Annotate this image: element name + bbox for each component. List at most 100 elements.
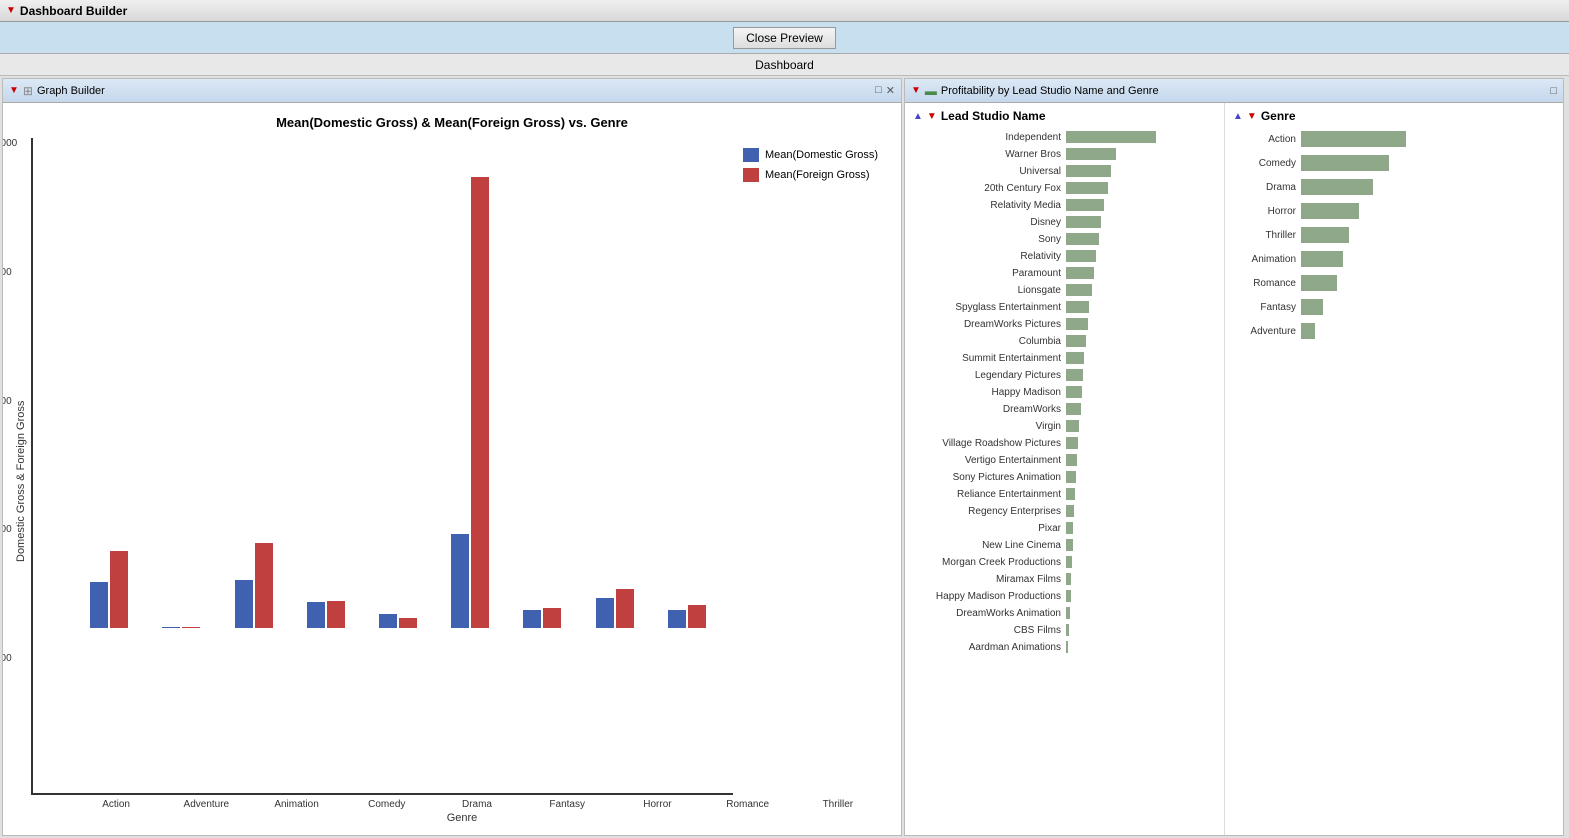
domestic-bar [596, 598, 614, 628]
chart-main: 02004006008001000 Mean(Domestic Gross) Me… [31, 138, 893, 824]
genre-row: Romance [1229, 273, 1559, 293]
genre-bar [1301, 251, 1343, 267]
bar-chart-container: 02004006008001000 [31, 138, 733, 795]
studio-name-label: CBS Films [909, 625, 1064, 636]
x-label: Thriller [793, 799, 883, 810]
foreign-bar [399, 618, 417, 628]
studio-row: Aardman Animations [909, 639, 1220, 655]
studio-row: Independent [909, 129, 1220, 145]
genre-sort-icon[interactable]: ▲ [1233, 111, 1243, 122]
studio-name-label: Relativity [909, 251, 1064, 262]
genre-row: Drama [1229, 177, 1559, 197]
genre-filter-icon[interactable]: ▼ [1247, 111, 1257, 122]
studio-name-label: New Line Cinema [909, 540, 1064, 551]
graph-panel-maximize-icon[interactable]: □ [875, 84, 882, 97]
x-label: Fantasy [522, 799, 612, 810]
x-axis-label: Genre [31, 812, 893, 824]
graph-panel-close-icon[interactable]: ✕ [886, 84, 895, 97]
domestic-bar [235, 580, 253, 628]
studio-row: Virgin [909, 418, 1220, 434]
studio-name-label: DreamWorks Animation [909, 608, 1064, 619]
close-preview-bar: Close Preview [0, 22, 1569, 54]
studio-name-label: Village Roadshow Pictures [909, 438, 1064, 449]
studio-row: Spyglass Entertainment [909, 299, 1220, 315]
graph-panel-header: ▼ ⊞ Graph Builder □ ✕ [3, 79, 901, 103]
domestic-bar [90, 582, 108, 628]
x-label: Drama [432, 799, 522, 810]
x-label: Comedy [342, 799, 432, 810]
studio-bar [1066, 148, 1116, 160]
studio-name-label: Warner Bros [909, 149, 1064, 160]
close-preview-button[interactable]: Close Preview [733, 27, 836, 49]
studio-bar [1066, 386, 1082, 398]
studio-name-label: Disney [909, 217, 1064, 228]
graph-builder-panel: ▼ ⊞ Graph Builder □ ✕ Mean(Domestic Gros… [2, 78, 902, 836]
title-bar: ▼ Dashboard Builder [0, 0, 1569, 22]
legend-item: Mean(Foreign Gross) [743, 168, 883, 182]
studio-row: Miramax Films [909, 571, 1220, 587]
x-labels: ActionAdventureAnimationComedyDramaFanta… [31, 795, 893, 810]
studio-name-label: DreamWorks [909, 404, 1064, 415]
studio-filter-icon[interactable]: ▼ [927, 111, 937, 122]
genre-bar [1301, 227, 1349, 243]
chart-area: Domestic Gross & Foreign Gross 020040060… [7, 134, 897, 828]
studio-name-label: Paramount [909, 268, 1064, 279]
studio-name-label: Independent [909, 132, 1064, 143]
studio-bar [1066, 539, 1073, 551]
studio-list: IndependentWarner BrosUniversal20th Cent… [905, 129, 1224, 655]
x-label: Animation [251, 799, 341, 810]
studio-row: 20th Century Fox [909, 180, 1220, 196]
studio-name-label: 20th Century Fox [909, 183, 1064, 194]
studio-name-label: Pixar [909, 523, 1064, 534]
profitability-panel-maximize-icon[interactable]: □ [1550, 85, 1557, 97]
profitability-panel-arrow-icon[interactable]: ▼ [911, 85, 921, 96]
studio-bar [1066, 505, 1074, 517]
genre-row: Animation [1229, 249, 1559, 269]
genre-row: Fantasy [1229, 297, 1559, 317]
studio-row: CBS Films [909, 622, 1220, 638]
genre-bar [1301, 323, 1315, 339]
studio-row: Morgan Creek Productions [909, 554, 1220, 570]
genre-name-label: Action [1229, 134, 1299, 145]
bar-group [290, 148, 362, 628]
studio-bar [1066, 182, 1108, 194]
studio-row: DreamWorks Animation [909, 605, 1220, 621]
genre-bar [1301, 275, 1337, 291]
foreign-bar [688, 605, 706, 628]
studio-bar [1066, 301, 1089, 313]
studio-row: Warner Bros [909, 146, 1220, 162]
genre-name-label: Romance [1229, 278, 1299, 289]
bar-group [73, 148, 145, 628]
genre-section-title: Genre [1261, 109, 1296, 123]
genre-bar [1301, 179, 1373, 195]
studio-sort-icon[interactable]: ▲ [913, 111, 923, 122]
studio-bar [1066, 471, 1076, 483]
x-label: Romance [703, 799, 793, 810]
x-label: Adventure [161, 799, 251, 810]
domestic-bar [523, 610, 541, 628]
studio-row: Pixar [909, 520, 1220, 536]
foreign-bar [110, 551, 128, 628]
genre-row: Action [1229, 129, 1559, 149]
y-tick-label: 0 [3, 782, 17, 793]
studio-name-label: Lionsgate [909, 285, 1064, 296]
dashboard-label: Dashboard [755, 58, 814, 72]
studio-name-label: DreamWorks Pictures [909, 319, 1064, 330]
bar-group [217, 148, 289, 628]
studio-bar [1066, 267, 1094, 279]
app-title: Dashboard Builder [20, 4, 127, 18]
studio-bar [1066, 284, 1092, 296]
genre-row: Horror [1229, 201, 1559, 221]
y-tick-label: 800 [3, 267, 17, 278]
studio-bar [1066, 556, 1072, 568]
graph-panel-arrow-icon[interactable]: ▼ [9, 85, 19, 96]
studio-bar [1066, 318, 1088, 330]
studio-name-label: Sony Pictures Animation [909, 472, 1064, 483]
studio-name-label: Happy Madison Productions [909, 591, 1064, 602]
foreign-bar [182, 627, 200, 628]
studio-name-label: Reliance Entertainment [909, 489, 1064, 500]
genre-name-label: Horror [1229, 206, 1299, 217]
studio-row: Vertigo Entertainment [909, 452, 1220, 468]
legend-label: Mean(Domestic Gross) [765, 149, 878, 161]
studio-row: Happy Madison [909, 384, 1220, 400]
